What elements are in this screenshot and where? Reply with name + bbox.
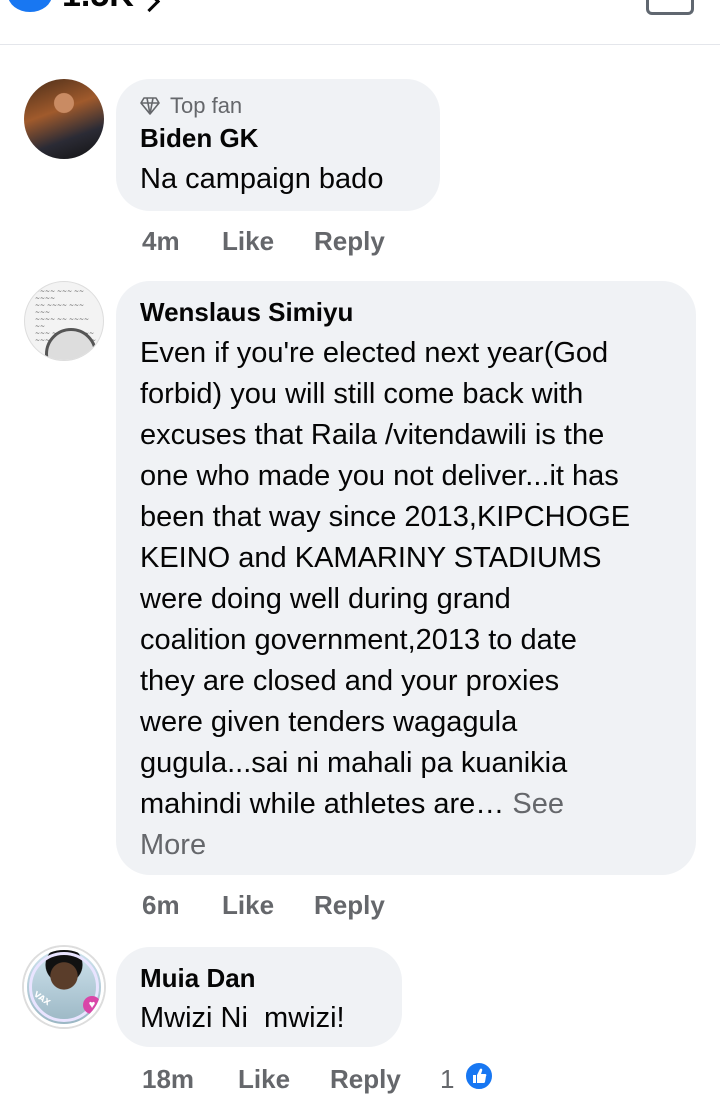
reaction-count[interactable]: 1 xyxy=(440,1064,454,1095)
avatar[interactable]: VAX ♥ xyxy=(24,947,104,1027)
reply-button[interactable]: Reply xyxy=(314,890,385,921)
comment-bubble[interactable]: Top fan Biden GK Na campaign bado xyxy=(116,79,440,211)
heart-icon: ♥ xyxy=(83,996,101,1014)
comment-text: Even if you're elected next year(God for… xyxy=(140,333,630,866)
reaction-count[interactable]: 1.5K xyxy=(62,0,134,12)
like-button[interactable]: Like xyxy=(238,1064,290,1095)
reply-button[interactable]: Reply xyxy=(330,1064,401,1095)
like-button[interactable]: Like xyxy=(222,890,274,921)
diamond-icon xyxy=(140,97,160,115)
badge-label: Top fan xyxy=(170,93,243,118)
top-fan-badge: Top fan xyxy=(140,93,242,119)
reply-button[interactable]: Reply xyxy=(314,226,385,257)
comment-bubble[interactable]: Wenslaus Simiyu Even if you're elected n… xyxy=(116,281,696,875)
like-button[interactable]: Like xyxy=(222,226,274,257)
comment-author[interactable]: Biden GK xyxy=(140,123,258,154)
comment-author[interactable]: Wenslaus Simiyu xyxy=(140,297,353,328)
post-reaction-bar: 1.5K xyxy=(0,0,720,45)
comment-bubble[interactable]: Muia Dan Mwizi Ni mwizi! xyxy=(116,947,402,1047)
comment-author[interactable]: Muia Dan xyxy=(140,963,256,994)
comment-time[interactable]: 4m xyxy=(142,226,180,257)
avatar[interactable]: ~~~~ ~~~ ~~ ~~~~ ~~ ~~~~ ~~~ ~~~ ~~~~ ~~ ~… xyxy=(24,281,104,361)
avatar[interactable] xyxy=(24,79,104,159)
comment-text: Mwizi Ni mwizi! xyxy=(140,1002,345,1034)
comment-time[interactable]: 6m xyxy=(142,890,180,921)
thumbs-up-icon[interactable] xyxy=(464,1061,494,1091)
comment-time[interactable]: 18m xyxy=(142,1064,194,1095)
thumbs-up-icon[interactable] xyxy=(646,0,694,15)
like-reaction-icon xyxy=(8,0,52,12)
comment-text: Na campaign bado xyxy=(140,163,384,195)
comment-body: Even if you're elected next year(God for… xyxy=(140,337,631,820)
chevron-right-icon[interactable] xyxy=(138,0,161,13)
